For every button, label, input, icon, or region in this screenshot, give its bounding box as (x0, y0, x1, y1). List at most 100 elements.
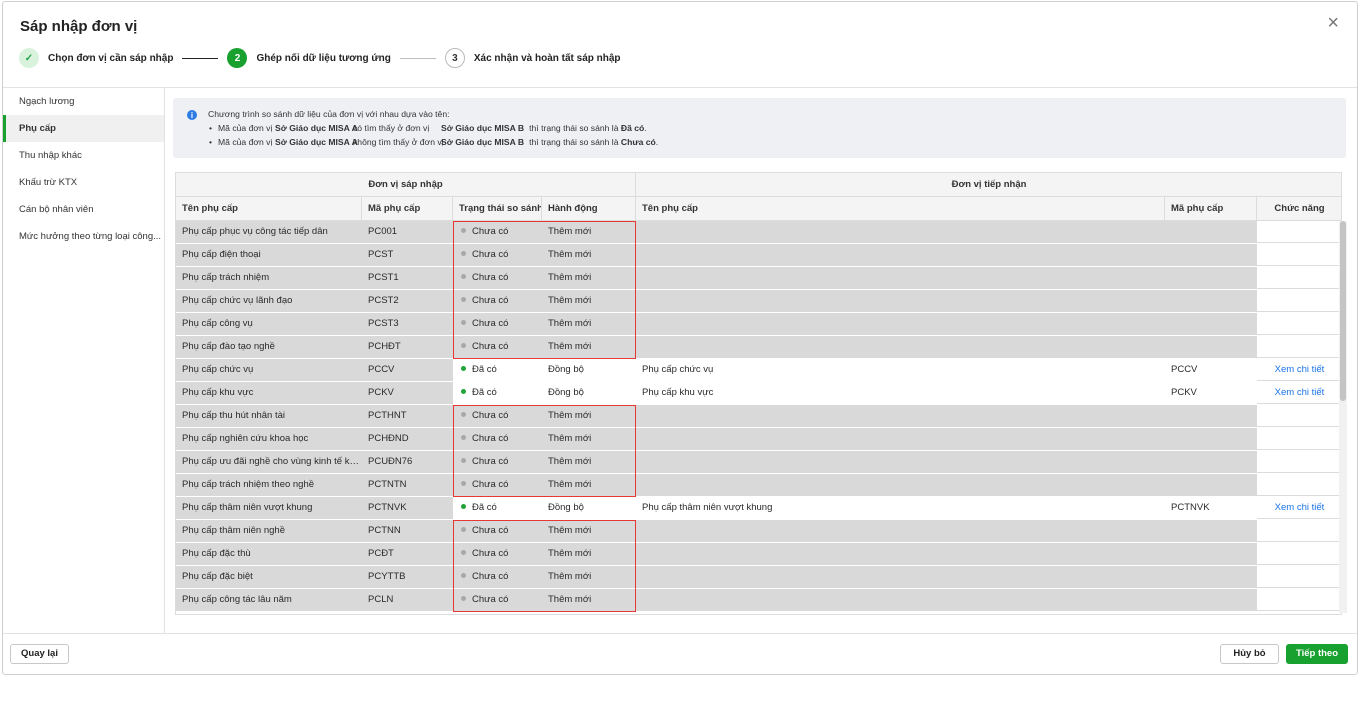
status-dot-icon (461, 274, 466, 280)
cell-function (1257, 589, 1341, 611)
cell-function (1257, 221, 1341, 243)
cell-status: Chưa có (453, 566, 542, 588)
col-action-header[interactable]: Hành động (542, 197, 636, 220)
cell-target-name[interactable] (636, 566, 1165, 588)
sidebar-item-khau-tru-ktx[interactable]: Khấu trừ KTX (3, 169, 164, 196)
cell-action[interactable]: Thêm mới (542, 221, 636, 243)
cell-target-name[interactable] (636, 589, 1165, 611)
status-dot-icon (461, 481, 466, 487)
cell-function (1257, 543, 1341, 565)
cell-code: PCUĐN76 (362, 451, 453, 473)
cell-target-name[interactable] (636, 474, 1165, 496)
step-1-label: Chọn đơn vị cần sáp nhập (48, 52, 174, 64)
cell-target-name[interactable] (636, 336, 1165, 358)
cell-action[interactable]: Đồng bộ (542, 382, 636, 404)
cell-function (1257, 474, 1341, 496)
table-row[interactable]: Phụ cấp công vụ PCST3 Chưa có Thêm mới (176, 313, 1341, 336)
cell-target-name[interactable] (636, 290, 1165, 312)
cell-action[interactable]: Thêm mới (542, 405, 636, 427)
sidebar-item-ngach-luong[interactable]: Ngạch lương (3, 88, 164, 115)
cell-action[interactable]: Thêm mới (542, 566, 636, 588)
cell-target-name[interactable]: Phụ cấp khu vực (636, 382, 1165, 404)
sidebar-item-phu-cap[interactable]: Phụ cấp (3, 115, 164, 142)
cell-function (1257, 428, 1341, 450)
sidebar-item-muc-huong[interactable]: Mức hưởng theo từng loại công... (3, 223, 164, 250)
cell-target-name[interactable] (636, 428, 1165, 450)
cell-target-name[interactable]: Phụ cấp chức vụ (636, 359, 1165, 381)
view-detail-link[interactable]: Xem chi tiết (1257, 359, 1341, 381)
cell-action[interactable]: Thêm mới (542, 451, 636, 473)
table-row[interactable]: Phụ cấp chức vụ PCCV Đã có Đồng bộ Phụ cấp c… (176, 359, 1341, 382)
group-source-header: Đơn vị sáp nhập (176, 173, 636, 196)
cell-name: Phụ cấp thâm niên vượt khung (176, 497, 362, 519)
view-detail-link[interactable]: Xem chi tiết (1257, 497, 1341, 519)
col-code-header[interactable]: Mã phụ cấp (362, 197, 453, 220)
table-row[interactable]: Phụ cấp công tác lâu năm PCLN Chưa có Thêm … (176, 589, 1341, 612)
scrollbar-thumb[interactable] (1340, 221, 1346, 401)
cell-target-name[interactable] (636, 267, 1165, 289)
cell-target-name[interactable] (636, 313, 1165, 335)
cell-action[interactable]: Thêm mới (542, 589, 636, 611)
col-target-name-header[interactable]: Tên phụ cấp (636, 197, 1165, 220)
sidebar-item-thu-nhap-khac[interactable]: Thu nhập khác (3, 142, 164, 169)
cell-action[interactable]: Thêm mới (542, 336, 636, 358)
info-text: . (655, 137, 659, 147)
status-text: Chưa có (472, 226, 509, 237)
cell-target-name[interactable]: Phụ cấp thâm niên vượt khung (636, 497, 1165, 519)
col-name-header[interactable]: Tên phụ cấp (176, 197, 362, 220)
cell-action[interactable]: Đồng bộ (542, 359, 636, 381)
table-row[interactable]: Phụ cấp thâm niên vượt khung PCTNVK Đã có Đ… (176, 497, 1341, 520)
status-text: Chưa có (472, 341, 509, 352)
next-button[interactable]: Tiếp theo (1286, 644, 1348, 664)
table-row[interactable]: Phụ cấp nghiên cứu khoa học PCHĐND Chưa có… (176, 428, 1341, 451)
cell-target-name[interactable] (636, 543, 1165, 565)
col-target-code-header[interactable]: Mã phụ cấp (1165, 197, 1257, 220)
table-row[interactable]: Phụ cấp trách nhiệm PCST1 Chưa có Thêm mới (176, 267, 1341, 290)
mapping-table: Đơn vị sáp nhập Đơn vị tiếp nhận Tên phụ… (175, 172, 1342, 615)
cell-action[interactable]: Đồng bộ (542, 497, 636, 519)
cell-target-name[interactable] (636, 405, 1165, 427)
cell-target-name[interactable] (636, 244, 1165, 266)
cell-target-name[interactable] (636, 221, 1165, 243)
cell-code: PCTNVK (362, 497, 453, 519)
cell-action[interactable]: Thêm mới (542, 474, 636, 496)
table-row[interactable]: Phụ cấp phục vụ công tác tiếp dân PC001 Ch… (176, 221, 1341, 244)
back-button[interactable]: Quay lại (10, 644, 69, 664)
cell-name: Phụ cấp đặc biệt (176, 566, 362, 588)
col-status-header[interactable]: Trạng thái so sánh (453, 197, 542, 220)
info-icon: i (187, 110, 197, 120)
table-row[interactable]: Phụ cấp thu hút nhân tài PCTHNT Chưa có Thê… (176, 405, 1341, 428)
table-row[interactable]: Phụ cấp đặc biệt PCYTTB Chưa có Thêm mới (176, 566, 1341, 589)
status-dot-icon (461, 228, 466, 234)
cell-target-code (1165, 290, 1257, 312)
table-row[interactable]: Phụ cấp đào tạo nghề PCHĐT Chưa có Thêm mới (176, 336, 1341, 359)
table-row[interactable]: Phụ cấp chức vụ lãnh đạo PCST2 Chưa có Thêm… (176, 290, 1341, 313)
cell-function (1257, 336, 1341, 358)
cell-action[interactable]: Thêm mới (542, 520, 636, 542)
cell-status: Chưa có (453, 313, 542, 335)
cell-action[interactable]: Thêm mới (542, 290, 636, 312)
cancel-button[interactable]: Hủy bỏ (1220, 644, 1279, 664)
table-row[interactable]: Phụ cấp điện thoại PCST Chưa có Thêm mới (176, 244, 1341, 267)
table-row[interactable]: Phụ cấp ưu đãi nghề cho vùng kinh tế khó… (176, 451, 1341, 474)
table-row[interactable]: Phụ cấp thâm niên nghề PCTNN Chưa có Thêm m… (176, 520, 1341, 543)
cell-code: PCST1 (362, 267, 453, 289)
cell-target-name[interactable] (636, 451, 1165, 473)
cell-function (1257, 267, 1341, 289)
table-row[interactable]: Phụ cấp đặc thù PCĐT Chưa có Thêm mới (176, 543, 1341, 566)
cell-action[interactable]: Thêm mới (542, 543, 636, 565)
status-text: Chưa có (472, 571, 509, 582)
view-detail-link[interactable]: Xem chi tiết (1257, 382, 1341, 404)
info-text: Mã của đơn vị (218, 123, 273, 133)
info-text: không tìm thấy ở đơn vị (353, 137, 444, 147)
sidebar-item-can-bo-nhan-vien[interactable]: Cán bộ nhân viên (3, 196, 164, 223)
close-icon[interactable]: × (1327, 12, 1339, 35)
cell-action[interactable]: Thêm mới (542, 267, 636, 289)
cell-target-code (1165, 543, 1257, 565)
cell-action[interactable]: Thêm mới (542, 428, 636, 450)
cell-action[interactable]: Thêm mới (542, 313, 636, 335)
table-row[interactable]: Phụ cấp khu vực PCKV Đã có Đồng bộ Phụ cấp k… (176, 382, 1341, 405)
table-row[interactable]: Phụ cấp trách nhiệm theo nghề PCTNTN Chưa … (176, 474, 1341, 497)
cell-target-name[interactable] (636, 520, 1165, 542)
cell-action[interactable]: Thêm mới (542, 244, 636, 266)
